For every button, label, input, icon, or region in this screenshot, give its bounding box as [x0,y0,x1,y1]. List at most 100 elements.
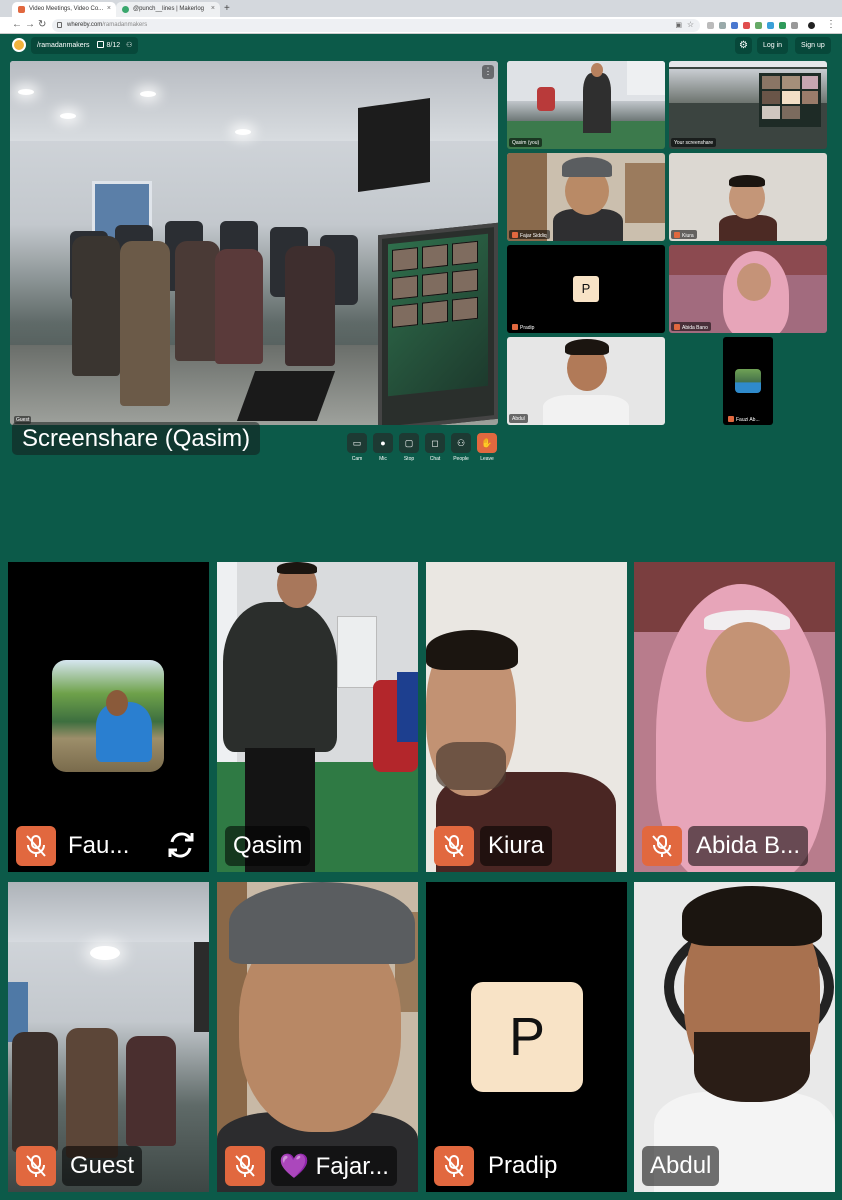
hair [682,886,822,946]
tile-name: Fajar Siddiq [520,233,547,239]
browser-toolbar: ← → ↻ whereby.com/ramadanmakers ▣ ☆ ⋮ [0,17,842,34]
control-label: Leave [480,456,494,462]
mic-muted-icon [512,232,518,238]
grid-tile-fajar[interactable]: 💜 Fajar... [217,882,418,1192]
mic-muted-icon [16,826,56,866]
cam-button[interactable]: ▭ Cam [347,433,367,462]
back-icon[interactable]: ← [12,19,22,30]
control-label: Stop [403,456,415,462]
hand-wave-icon: ✋ [477,433,497,453]
side-tile-abdul[interactable]: Abdul [507,337,665,425]
whereby-favicon-icon [18,6,25,13]
grid-tile-pradip[interactable]: P Pradip [426,882,627,1192]
tile-name: Abdul [642,1146,720,1186]
chat-icon: ◻ [425,433,445,453]
video-person [12,1032,58,1152]
close-tab-icon[interactable]: × [211,5,215,12]
side-tile-qasim[interactable]: Qasim (you) [507,61,665,149]
video-person [285,246,335,366]
close-tab-icon[interactable]: × [107,5,111,12]
video-person [66,1028,118,1158]
extension-icon[interactable] [755,22,762,29]
settings-gear-icon[interactable]: ⚙ [735,37,752,54]
mic-muted-icon [16,1146,56,1186]
room-badge[interactable]: /ramadanmakers 8/12 ⚇ [31,37,139,54]
avatar-photo [52,660,164,772]
grid-tile-abdul[interactable]: Abdul [634,882,835,1192]
extension-icon[interactable] [719,22,726,29]
app-header: /ramadanmakers 8/12 ⚇ ⚙ Log in Sign up [0,34,842,58]
mic-muted-icon [728,416,734,422]
video-monitor [378,222,498,425]
tile-label: Abida Bano [671,322,711,331]
login-button[interactable]: Log in [757,37,789,54]
extension-icon[interactable] [767,22,774,29]
wall-tv [358,97,430,193]
grid-tile-abida[interactable]: Abida B... [634,562,835,872]
tile-name: Abida B... [688,826,809,866]
tile-menu-icon[interactable]: ⋮ [482,65,494,79]
video-person [120,241,170,406]
signup-button[interactable]: Sign up [795,37,831,54]
video-person [175,241,220,361]
browser-tab-makerlog[interactable]: @punch__lines | Makerlog × [116,2,220,17]
hair [426,630,518,670]
leave-button[interactable]: ✋ Leave [477,433,497,462]
camera-permission-icon[interactable]: ▣ [675,21,682,29]
grid-tile-kiura[interactable]: Kiura [426,562,627,872]
grid-tile-guest[interactable]: Guest [8,882,209,1192]
mic-muted-icon [225,1146,265,1186]
side-tile-fajar[interactable]: Fajar Siddiq [507,153,665,241]
tile-name: Your screenshare [674,140,714,146]
avatar-photo [735,369,761,393]
extension-icon[interactable] [731,22,738,29]
new-tab-icon[interactable]: + [224,3,230,14]
mic-muted-icon [674,324,680,330]
extension-icon[interactable] [743,22,750,29]
address-bar[interactable]: whereby.com/ramadanmakers ▣ ☆ [52,19,700,32]
video-person [126,1036,176,1146]
browser-menu-icon[interactable]: ⋮ [826,19,836,30]
grid-tile-fauzi[interactable]: Fau... [8,562,209,872]
chat-button[interactable]: ◻ Chat [425,433,445,462]
people-icon[interactable]: ⚇ [126,42,132,49]
extension-icon[interactable] [779,22,786,29]
grid-tile-qasim[interactable]: Qasim [217,562,418,872]
bookmark-star-icon[interactable]: ☆ [687,20,694,29]
tab-title: @punch__lines | Makerlog [133,6,205,12]
switch-camera-icon[interactable] [164,828,198,862]
side-tile-your-screenshare[interactable]: Your screenshare [669,61,827,149]
tile-label: Your screenshare [671,138,717,147]
browser-chrome: Video Meetings, Video Co... × @punch__li… [0,0,842,34]
tile-name: Fau... [68,832,130,859]
people-button[interactable]: ⚇ People [451,433,471,462]
tile-label: 💜 Fajar... [271,1146,397,1186]
forward-icon[interactable]: → [25,19,35,30]
side-tile-abida[interactable]: Abida Bano [669,245,827,333]
avatar-letter: P [573,276,599,302]
side-tile-fauzi[interactable]: Fauzi Ab... [723,337,773,425]
tile-name: Guest [62,1146,143,1186]
control-label: People [453,456,469,462]
stop-share-button[interactable]: ▢ Stop [399,433,419,462]
tile-label: Pradip [509,322,538,331]
people-icon: ⚇ [451,433,471,453]
mic-muted-icon [434,1146,474,1186]
side-tile-pradip[interactable]: P Pradip [507,245,665,333]
person-figure [223,602,337,752]
mic-button[interactable]: ● Mic [373,433,393,462]
browser-tab-whereby[interactable]: Video Meetings, Video Co... × [12,2,116,17]
lock-open-icon[interactable] [97,41,105,48]
tile-label: Kiura [671,230,697,239]
tile-name: Fauzi Ab... [736,417,760,423]
tile-name: Kiura [682,233,694,239]
main-view-name: Screenshare (Qasim) [12,422,261,455]
side-tile-kiura[interactable]: Kiura [669,153,827,241]
tile-name: Pradip [488,1152,558,1179]
extension-icon[interactable] [791,22,798,29]
mic-muted-icon [642,826,682,866]
tile-label: Abdul [509,414,528,423]
profile-avatar[interactable] [808,22,815,29]
reload-icon[interactable]: ↻ [38,19,46,30]
extension-icon[interactable] [707,22,714,29]
